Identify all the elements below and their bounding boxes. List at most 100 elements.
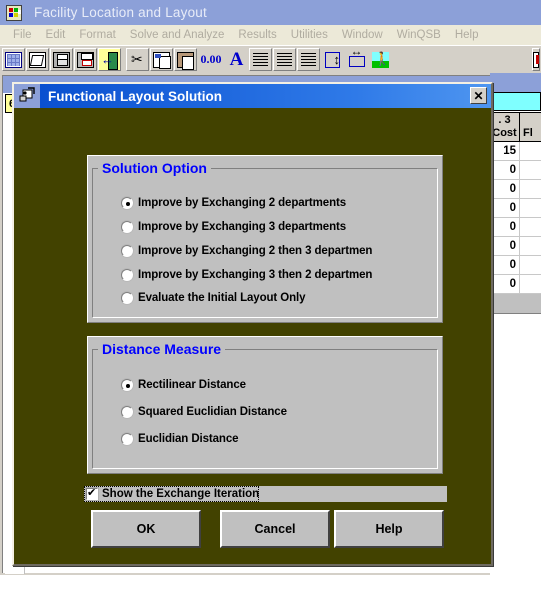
align-left-button[interactable] [249, 48, 272, 71]
radio-button-icon[interactable] [121, 292, 133, 304]
radio-button-icon[interactable] [121, 269, 133, 281]
table-row[interactable]: 0 [490, 218, 541, 237]
table-row[interactable]: 0 [490, 256, 541, 275]
radio-label: Improve by Exchanging 3 departments [138, 221, 347, 233]
paste-button[interactable] [174, 48, 197, 71]
print-button[interactable] [74, 48, 97, 71]
dialog-body: Solution Option Improve by Exchanging 2 … [14, 108, 491, 564]
table-row[interactable]: 0 [490, 161, 541, 180]
exit-button[interactable] [98, 48, 121, 71]
menu-item-help[interactable]: Help [448, 28, 486, 42]
radio-button-icon[interactable] [121, 379, 133, 391]
screen: Facility Location and Layout File Edit F… [0, 0, 541, 591]
flow-cell[interactable] [520, 180, 541, 198]
layout-solution-glyph [19, 87, 35, 102]
checkbox-icon[interactable] [86, 487, 98, 500]
radio-button-icon[interactable] [121, 221, 133, 233]
align-center-button[interactable] [273, 48, 296, 71]
radio-button-icon[interactable] [121, 197, 133, 209]
menu-item-utilities[interactable]: Utilities [284, 28, 335, 42]
layout-solution-icon [14, 84, 40, 108]
copy-button[interactable] [150, 48, 173, 71]
radio-button-icon[interactable] [121, 433, 133, 445]
menu-item-file[interactable]: File [6, 28, 39, 42]
align-center-icon [277, 53, 292, 66]
menu-item-solve-and-analyze[interactable]: Solve and Analyze [123, 28, 232, 42]
cost-cell[interactable]: 0 [490, 199, 520, 217]
flow-cell[interactable] [520, 275, 541, 293]
dialog-title-bar: Functional Layout Solution ✕ [40, 84, 491, 108]
flow-cell[interactable] [520, 142, 541, 160]
table-row[interactable]: 0 [490, 275, 541, 294]
open-icon [29, 51, 46, 68]
column-header-flow[interactable]: Fl [520, 113, 541, 141]
menu-item-winqsb[interactable]: WinQSB [390, 28, 448, 42]
radio-improve-exchange-2[interactable]: Improve by Exchanging 2 departments [121, 195, 431, 211]
flow-cell[interactable] [520, 237, 541, 255]
cost-cell[interactable]: 0 [490, 275, 520, 293]
flow-cell[interactable] [520, 161, 541, 179]
menu-item-format[interactable]: Format [72, 28, 122, 42]
cost-cell[interactable]: 15 [490, 142, 520, 160]
radio-button-icon[interactable] [121, 245, 133, 257]
cost-cell[interactable]: 0 [490, 161, 520, 179]
radio-button-icon[interactable] [121, 406, 133, 418]
radio-improve-exchange-2-then-3[interactable]: Improve by Exchanging 2 then 3 departmen [121, 243, 393, 259]
selected-cell[interactable] [490, 92, 541, 111]
column-header-cost-line2: Cost [492, 127, 517, 139]
radio-label: Improve by Exchanging 3 then 2 departmen [138, 269, 373, 281]
radio-rectilinear-distance[interactable]: Rectilinear Distance [121, 377, 421, 393]
flow-cell[interactable] [520, 218, 541, 236]
paste-icon [177, 51, 194, 70]
ok-button[interactable]: OK [91, 510, 201, 548]
show-exchange-iteration-checkbox[interactable]: Show the Exchange Iteration [84, 486, 259, 502]
radio-label: Euclidian Distance [138, 433, 239, 445]
toolbar-empty-area [393, 48, 532, 71]
row-height-button[interactable] [321, 48, 344, 71]
radio-label: Improve by Exchanging 2 then 3 departmen [138, 245, 373, 257]
row-height-icon [325, 51, 340, 69]
font-button[interactable]: A [225, 48, 248, 71]
checkbox-label: Show the Exchange Iteration [102, 488, 260, 500]
radio-euclidian-distance[interactable]: Euclidian Distance [121, 431, 421, 447]
cost-cell[interactable]: 0 [490, 218, 520, 236]
column-header-cost-line1: . 3 [498, 114, 511, 126]
radio-improve-exchange-3-then-2[interactable]: Improve by Exchanging 3 then 2 departmen [121, 267, 393, 283]
table-row[interactable]: 0 [490, 180, 541, 199]
save-icon [53, 51, 70, 68]
help-button[interactable]: Help [334, 510, 444, 548]
flow-cell[interactable] [520, 199, 541, 217]
cost-cell[interactable]: 0 [490, 237, 520, 255]
radio-evaluate-initial-layout[interactable]: Evaluate the Initial Layout Only [121, 290, 431, 306]
menu-item-window[interactable]: Window [335, 28, 390, 42]
radio-improve-exchange-3[interactable]: Improve by Exchanging 3 departments [121, 219, 431, 235]
menu-item-edit[interactable]: Edit [39, 28, 73, 42]
cost-cell[interactable]: 0 [490, 256, 520, 274]
table-row[interactable]: 0 [490, 237, 541, 256]
column-header-cost[interactable]: . 3 Cost [490, 113, 520, 141]
cost-cell[interactable]: 0 [490, 180, 520, 198]
open-button[interactable] [26, 48, 49, 71]
new-button[interactable] [2, 48, 25, 71]
copy-icon [153, 51, 171, 69]
radio-label: Improve by Exchanging 2 departments [138, 197, 347, 209]
table-row[interactable]: 0 [490, 199, 541, 218]
menu-item-results[interactable]: Results [231, 28, 283, 42]
solve-run-button[interactable] [369, 48, 392, 71]
column-width-icon [348, 48, 365, 67]
flow-cell[interactable] [520, 256, 541, 274]
cut-button[interactable] [126, 48, 149, 71]
align-right-button[interactable] [297, 48, 320, 71]
save-button[interactable] [50, 48, 73, 71]
number-format-button[interactable]: 0.00 [198, 48, 224, 71]
radio-squared-euclidian-distance[interactable]: Squared Euclidian Distance [121, 404, 421, 420]
table-row[interactable]: 15 [490, 142, 541, 161]
spreadsheet-title-strip [490, 73, 541, 92]
spreadsheet-column-headers: . 3 Cost Fl [490, 112, 541, 142]
cancel-button[interactable]: Cancel [220, 510, 330, 548]
cut-icon [129, 51, 146, 68]
distance-measure-legend: Distance Measure [98, 341, 226, 357]
overflow-button[interactable] [532, 48, 540, 71]
close-icon[interactable]: ✕ [470, 87, 487, 104]
column-width-button[interactable] [345, 48, 368, 71]
